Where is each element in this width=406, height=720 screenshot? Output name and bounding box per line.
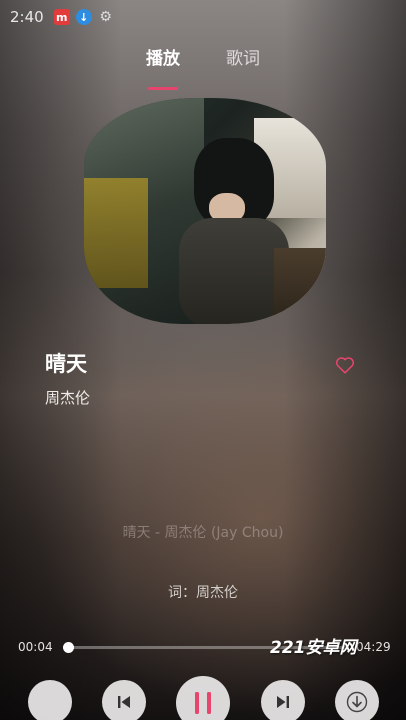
pause-button[interactable] <box>176 676 230 720</box>
song-title: 晴天 <box>45 352 87 376</box>
play-mode-button[interactable] <box>28 680 72 720</box>
total-time: 04:29 <box>356 640 391 654</box>
playback-controls <box>0 676 406 720</box>
tab-bar: 播放 歌词 <box>0 42 406 82</box>
favorite-heart-icon[interactable] <box>334 354 356 376</box>
watermark: 221安卓网 <box>270 638 357 658</box>
lyric-credit-line: 词：周杰伦 <box>168 585 238 601</box>
elapsed-time: 00:04 <box>18 640 53 654</box>
download-button[interactable] <box>335 680 379 720</box>
next-icon <box>277 696 289 708</box>
tab-play[interactable]: 播放 <box>146 42 180 82</box>
tab-lyrics[interactable]: 歌词 <box>226 42 260 82</box>
lyric-header-line: 晴天 - 周杰伦 (Jay Chou) <box>122 525 284 541</box>
previous-icon <box>118 696 130 708</box>
download-icon: ↓ <box>75 9 92 25</box>
progress-thumb[interactable] <box>63 642 75 653</box>
album-cover[interactable] <box>84 98 326 324</box>
next-button[interactable] <box>261 680 305 720</box>
previous-button[interactable] <box>102 680 146 720</box>
status-time: 2:40 <box>10 8 44 26</box>
pause-icon <box>195 692 211 714</box>
artist-name[interactable]: 周杰伦 <box>45 387 90 408</box>
music-app-icon: m <box>53 9 70 25</box>
download-arrow-icon <box>346 691 368 713</box>
status-bar: 2:40 m ↓ ⚙ <box>0 0 406 34</box>
settings-gear-icon: ⚙ <box>99 9 112 25</box>
